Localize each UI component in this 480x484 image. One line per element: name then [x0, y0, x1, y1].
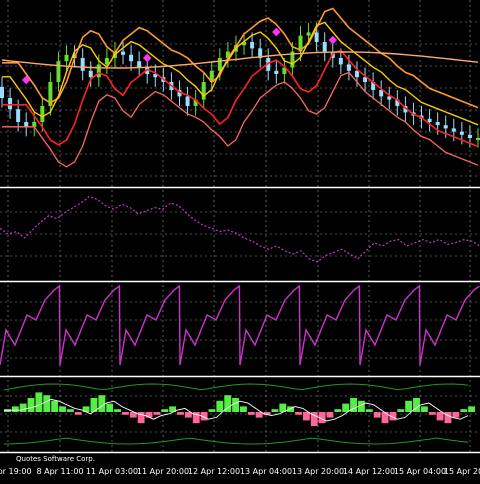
candle-body [322, 42, 327, 52]
signal-marker [328, 35, 338, 45]
histogram-bar [216, 400, 224, 412]
candle-body [274, 70, 279, 74]
histogram-upper-envelope [3, 383, 469, 391]
candle-body [451, 128, 456, 132]
candle-body [306, 32, 311, 36]
histogram-bar [153, 412, 161, 415]
histogram-bar [373, 412, 381, 418]
candle-body [427, 118, 432, 122]
candle-body [56, 61, 61, 82]
histogram-bar [82, 406, 90, 412]
histogram-bar [35, 392, 43, 412]
histogram-bar [43, 395, 51, 412]
candle-body [8, 98, 13, 110]
time-label: 8 Apr 19:00 [0, 467, 32, 476]
histogram-bar [114, 409, 121, 412]
histogram-bar [27, 398, 35, 412]
candle-body [354, 70, 359, 78]
candle-body [467, 134, 472, 138]
candle-body [121, 51, 126, 55]
chart-window[interactable]: Quotes Software Corp. 8 Apr 19:00 8 Apr … [0, 0, 480, 480]
histogram-bar [295, 412, 302, 415]
time-label: 13 Apr 20:00 [291, 467, 345, 476]
histogram-bar [326, 412, 334, 418]
time-label: 8 Apr 11:00 [36, 467, 84, 476]
histogram-bar [161, 409, 169, 412]
histogram-bar [11, 406, 19, 412]
histogram-bar [468, 406, 475, 412]
chart-canvas[interactable] [0, 0, 480, 480]
candle-body [443, 125, 448, 129]
candle-body [346, 64, 351, 71]
time-label: 12 Apr 12:00 [187, 467, 241, 476]
candle-body [64, 54, 69, 62]
histogram-bar [232, 398, 239, 412]
histogram-bar [98, 395, 106, 412]
candle-body [88, 70, 93, 78]
histogram-bar [420, 406, 428, 412]
histogram-bar [177, 412, 184, 415]
histogram-bar [240, 406, 247, 412]
candle-body [24, 122, 29, 127]
candle-body [459, 131, 464, 135]
candle-body [137, 61, 142, 68]
time-label: 11 Apr 20:00 [136, 467, 190, 476]
candle-body [104, 58, 109, 65]
candle-body [201, 82, 206, 100]
candle-body [96, 64, 101, 78]
candle-body [379, 90, 384, 97]
candle-body [314, 32, 319, 42]
time-label: 15 Apr 04:00 [393, 467, 447, 476]
candle-body [40, 106, 45, 122]
candle-body [338, 58, 343, 65]
candle-body [476, 138, 480, 140]
histogram-bar [19, 403, 27, 412]
candle-body [185, 96, 190, 106]
histogram-bar [397, 409, 405, 412]
copyright-text: Quotes Software Corp. [16, 455, 95, 463]
histogram-bar [342, 403, 350, 412]
candle-body [16, 109, 21, 122]
histogram-bar [74, 412, 82, 415]
candle-body [32, 122, 37, 127]
histogram-bar [428, 412, 436, 415]
candle-body [435, 122, 440, 126]
time-label: 11 Apr 03:00 [85, 467, 139, 476]
histogram-bar [452, 412, 460, 418]
histogram-bar [460, 409, 468, 412]
histogram-lower-envelope [3, 437, 469, 445]
histogram-bar [365, 409, 373, 412]
time-label: 15 Apr 20:00 [443, 467, 480, 476]
histogram-bar [208, 409, 216, 412]
candle-body [129, 54, 134, 62]
histogram-bar [66, 409, 74, 412]
time-label: 13 Apr 04:00 [239, 467, 293, 476]
oscillator-2-line [0, 284, 480, 366]
histogram-bar [436, 412, 444, 421]
histogram-bar [444, 412, 452, 424]
candle-body [250, 42, 255, 49]
histogram-bar [405, 400, 413, 412]
histogram-bar [59, 406, 66, 412]
signal-marker [142, 53, 152, 63]
histogram-bar [271, 409, 279, 412]
histogram-bar [106, 403, 114, 412]
histogram-bar [51, 400, 59, 412]
histogram-bar [122, 412, 129, 415]
lower-band-line [2, 71, 479, 168]
oscillator-1-line [0, 195, 480, 263]
histogram-bar [334, 409, 342, 412]
candle-body [80, 58, 85, 71]
histogram-bar [302, 412, 310, 421]
candle-body [0, 86, 4, 98]
time-label: 14 Apr 12:00 [342, 467, 396, 476]
histogram-bar [247, 412, 255, 415]
